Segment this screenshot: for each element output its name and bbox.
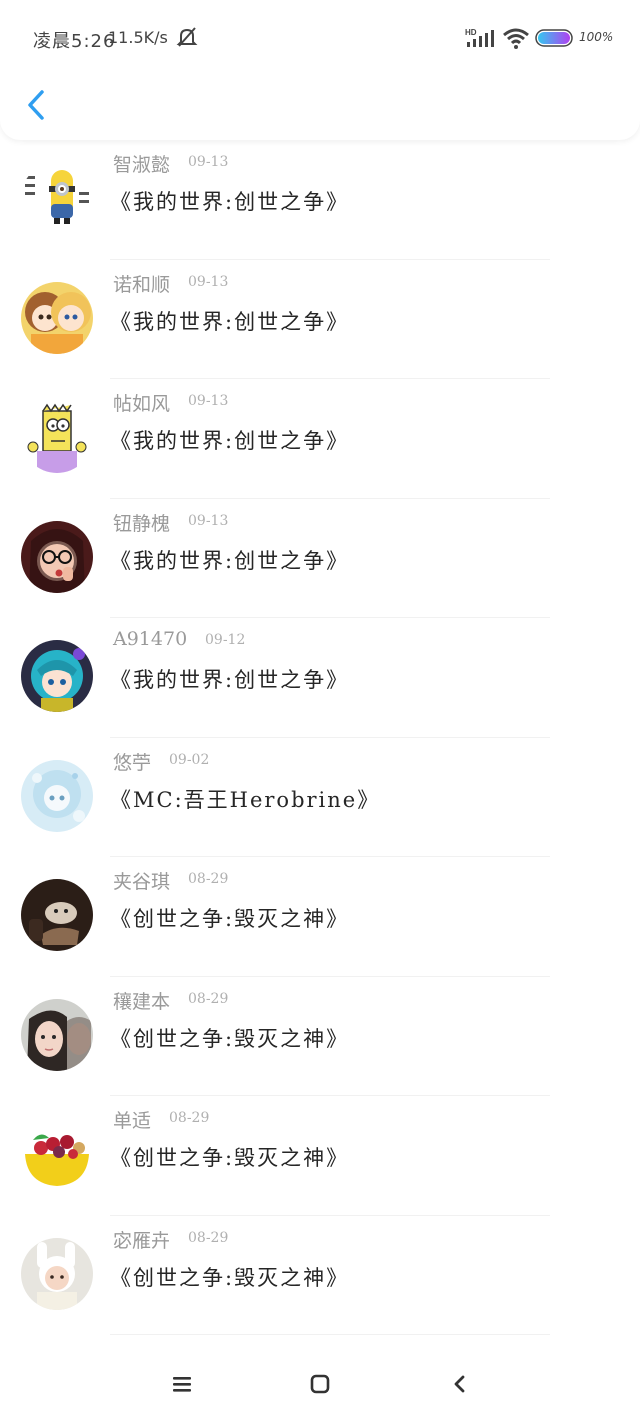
app-header: 凌晨5:26 11.5K/s HD 100% [0,0,640,140]
user-name: 穰建本 [113,990,171,1013]
avatar[interactable] [21,520,93,593]
post-date: 09-13 [188,512,229,529]
book-title: 《创世之争:毁灭之神》 [110,907,350,931]
home-icon[interactable] [308,1372,332,1396]
book-title: 《我的世界:创世之争》 [110,309,350,334]
svg-text:HD: HD [465,28,477,37]
battery-level: 100% [579,30,614,44]
post-date: 09-13 [188,393,229,409]
list-item[interactable]: 帖如风 09-13 《我的世界:创世之争》 [0,379,640,499]
wifi-icon [503,28,529,49]
book-title: 《我的世界:创世之争》 [110,668,350,692]
user-name: 悠苧 [113,751,152,774]
avatar[interactable] [21,759,93,832]
book-title: 《创世之争:毁灭之神》 [110,1146,350,1170]
avatar[interactable] [21,401,93,473]
book-title: 《我的世界:创世之争》 [110,429,350,453]
back-button[interactable] [20,84,54,126]
menu-icon[interactable] [170,1372,194,1396]
post-date: 08-29 [188,871,229,887]
avatar[interactable] [21,640,93,712]
message-list: 智淑懿 09-13 《我的世界:创世之争》 诺和顺 09-13 《我的世界:创世之争》 帖如… [0,140,640,1345]
user-name: 智淑懿 [113,154,171,176]
book-title: 《MC:吾王Herobrine》 [110,787,381,812]
post-date: 08-29 [169,1110,210,1126]
avatar[interactable] [21,998,93,1071]
status-time: 凌晨5:26 [33,31,116,52]
list-item[interactable]: 钮静槐 09-13 《我的世界:创世之争》 [0,499,640,618]
avatar[interactable] [21,1118,93,1190]
battery-icon [535,29,573,47]
list-item[interactable]: A91470 09-12 《我的世界:创世之争》 [0,618,640,738]
user-name: 诺和顺 [113,273,171,296]
list-item[interactable]: 诺和顺 09-13 《我的世界:创世之争》 [0,260,640,379]
list-item[interactable]: 宓雁卉 08-29 《创世之争:毁灭之神》 [0,1216,640,1335]
back-icon[interactable] [448,1372,472,1396]
post-date: 09-12 [205,632,246,648]
mute-icon [176,27,198,47]
list-item[interactable]: 夹谷琪 08-29 《创世之争:毁灭之神》 [0,857,640,977]
user-name: 钮静槐 [113,512,171,535]
user-name: 夹谷琪 [113,871,171,893]
list-item[interactable]: 穰建本 08-29 《创世之争:毁灭之神》 [0,977,640,1096]
navigation-bar [0,1345,640,1423]
post-date: 09-02 [169,751,210,768]
divider [110,1334,550,1335]
post-date: 08-29 [188,1229,229,1246]
post-date: 09-13 [188,154,229,170]
post-date: 09-13 [188,273,229,290]
book-title: 《我的世界:创世之争》 [110,548,350,573]
status-bar: 凌晨5:26 11.5K/s HD 100% [0,0,640,76]
user-name: 宓雁卉 [113,1229,171,1252]
post-date: 08-29 [188,990,229,1007]
user-name: 帖如风 [113,393,171,415]
user-name: A91470 [113,628,188,650]
book-title: 《我的世界:创世之争》 [110,190,350,214]
list-item[interactable]: 悠苧 09-02 《MC:吾王Herobrine》 [0,738,640,857]
avatar[interactable] [21,879,93,951]
list-item[interactable]: 智淑懿 09-13 《我的世界:创世之争》 [0,140,640,260]
user-name: 单适 [113,1110,152,1132]
avatar[interactable] [21,162,93,234]
hd-icon: HD [465,28,494,47]
list-item[interactable]: 单适 08-29 《创世之争:毁灭之神》 [0,1096,640,1216]
avatar[interactable] [21,1237,93,1310]
book-title: 《创世之争:毁灭之神》 [110,1026,350,1051]
network-speed: 11.5K/s [108,28,168,47]
avatar[interactable] [21,281,93,354]
book-title: 《创世之争:毁灭之神》 [110,1265,350,1290]
